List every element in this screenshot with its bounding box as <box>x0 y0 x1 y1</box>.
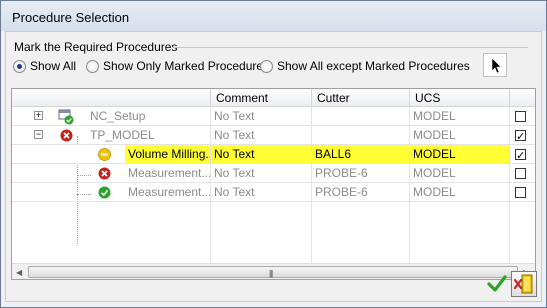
radio-label: Show Only Marked Procedures <box>103 59 270 73</box>
procedure-selection-dialog: Procedure Selection Mark the Required Pr… <box>0 0 547 308</box>
column-divider <box>509 202 510 263</box>
check-cell <box>509 164 535 183</box>
radio-dot-icon <box>86 59 99 73</box>
mark-checkbox[interactable] <box>515 168 526 179</box>
radio-show-only-marked[interactable]: Show Only Marked Procedures <box>86 58 269 74</box>
header-comment[interactable]: Comment <box>210 89 311 107</box>
ucs-cell: MODEL <box>409 107 509 126</box>
check-cell <box>509 126 535 145</box>
exit-door-icon <box>513 274 533 294</box>
table-row[interactable]: − TP_MODEL No Text MODEL <box>12 126 535 145</box>
grip-icon: ||| <box>269 269 273 278</box>
radio-dot-icon <box>260 59 273 73</box>
procedure-name: Measurement... <box>128 185 210 199</box>
checkmark-icon <box>487 275 507 292</box>
cursor-arrow-icon <box>491 57 502 74</box>
radio-label: Show All except Marked Procedures <box>277 59 470 73</box>
setup-ok-icon <box>58 109 74 125</box>
pick-button[interactable] <box>483 53 507 77</box>
cutter-cell <box>311 107 409 126</box>
mark-checkbox[interactable] <box>515 187 526 198</box>
error-icon <box>98 167 111 180</box>
ok-button[interactable] <box>485 272 509 296</box>
header-check <box>509 89 535 107</box>
scroll-thumb[interactable]: ||| <box>28 266 518 278</box>
procedure-name: Measurement... <box>128 166 210 180</box>
check-cell <box>509 107 535 126</box>
column-divider <box>311 202 312 263</box>
column-divider <box>210 202 211 263</box>
radio-label: Show All <box>30 59 77 73</box>
procedure-name: Volume Milling... <box>125 145 210 164</box>
group-divider <box>172 47 528 48</box>
check-cell <box>509 145 535 164</box>
table-row[interactable]: + NC_Setup No Text MODEL <box>12 107 535 126</box>
mark-checkbox[interactable] <box>515 147 526 164</box>
procedure-name: TP_MODEL <box>90 128 155 142</box>
title-bar: Procedure Selection <box>1 1 546 31</box>
header-cutter[interactable]: Cutter <box>311 89 409 107</box>
ucs-cell: MODEL <box>409 126 509 145</box>
cutter-cell: BALL6 <box>311 145 409 164</box>
radio-dot-icon <box>13 59 26 73</box>
procedure-grid: Comment Cutter UCS + NC_Setup No Text MO… <box>11 88 536 280</box>
window-title: Procedure Selection <box>12 10 130 25</box>
column-divider <box>409 202 410 263</box>
comment-cell: No Text <box>210 126 311 145</box>
cutter-cell <box>311 126 409 145</box>
scroll-left-icon[interactable]: ◀ <box>16 268 22 277</box>
procedure-name: NC_Setup <box>90 109 146 123</box>
ucs-cell: MODEL <box>409 183 509 202</box>
expand-icon[interactable]: + <box>34 111 43 120</box>
comment-cell: No Text <box>210 183 311 202</box>
comment-cell: No Text <box>210 164 311 183</box>
cutter-cell: PROBE-6 <box>311 183 409 202</box>
ucs-cell: MODEL <box>409 164 509 183</box>
ucs-cell: MODEL <box>409 145 509 164</box>
grid-header: Comment Cutter UCS <box>12 89 535 107</box>
table-row[interactable]: Volume Milling... No Text BALL6 MODEL <box>12 145 535 164</box>
horizontal-scrollbar[interactable]: ◀ ||| ▶ <box>12 263 535 279</box>
success-icon <box>98 186 111 199</box>
radio-show-all-except-marked[interactable]: Show All except Marked Procedures <box>260 58 470 74</box>
table-row[interactable]: Measurement... No Text PROBE-6 MODEL <box>12 164 535 183</box>
cancel-button[interactable] <box>511 271 537 297</box>
dialog-body: Mark the Required Procedures Show All Sh… <box>5 31 542 302</box>
group-label: Mark the Required Procedures <box>14 40 178 54</box>
warning-icon <box>98 148 111 161</box>
header-ucs[interactable]: UCS <box>409 89 509 107</box>
mark-checkbox[interactable] <box>515 111 526 122</box>
mark-checkbox[interactable] <box>515 128 526 145</box>
collapse-icon[interactable]: − <box>34 130 43 139</box>
cutter-cell: PROBE-6 <box>311 164 409 183</box>
radio-show-all[interactable]: Show All <box>13 58 76 74</box>
comment-cell: No Text <box>210 107 311 126</box>
table-row[interactable]: Measurement... No Text PROBE-6 MODEL <box>12 183 535 202</box>
header-name <box>12 89 210 107</box>
comment-cell: No Text <box>210 145 311 164</box>
check-cell <box>509 183 535 202</box>
error-icon <box>60 129 73 142</box>
